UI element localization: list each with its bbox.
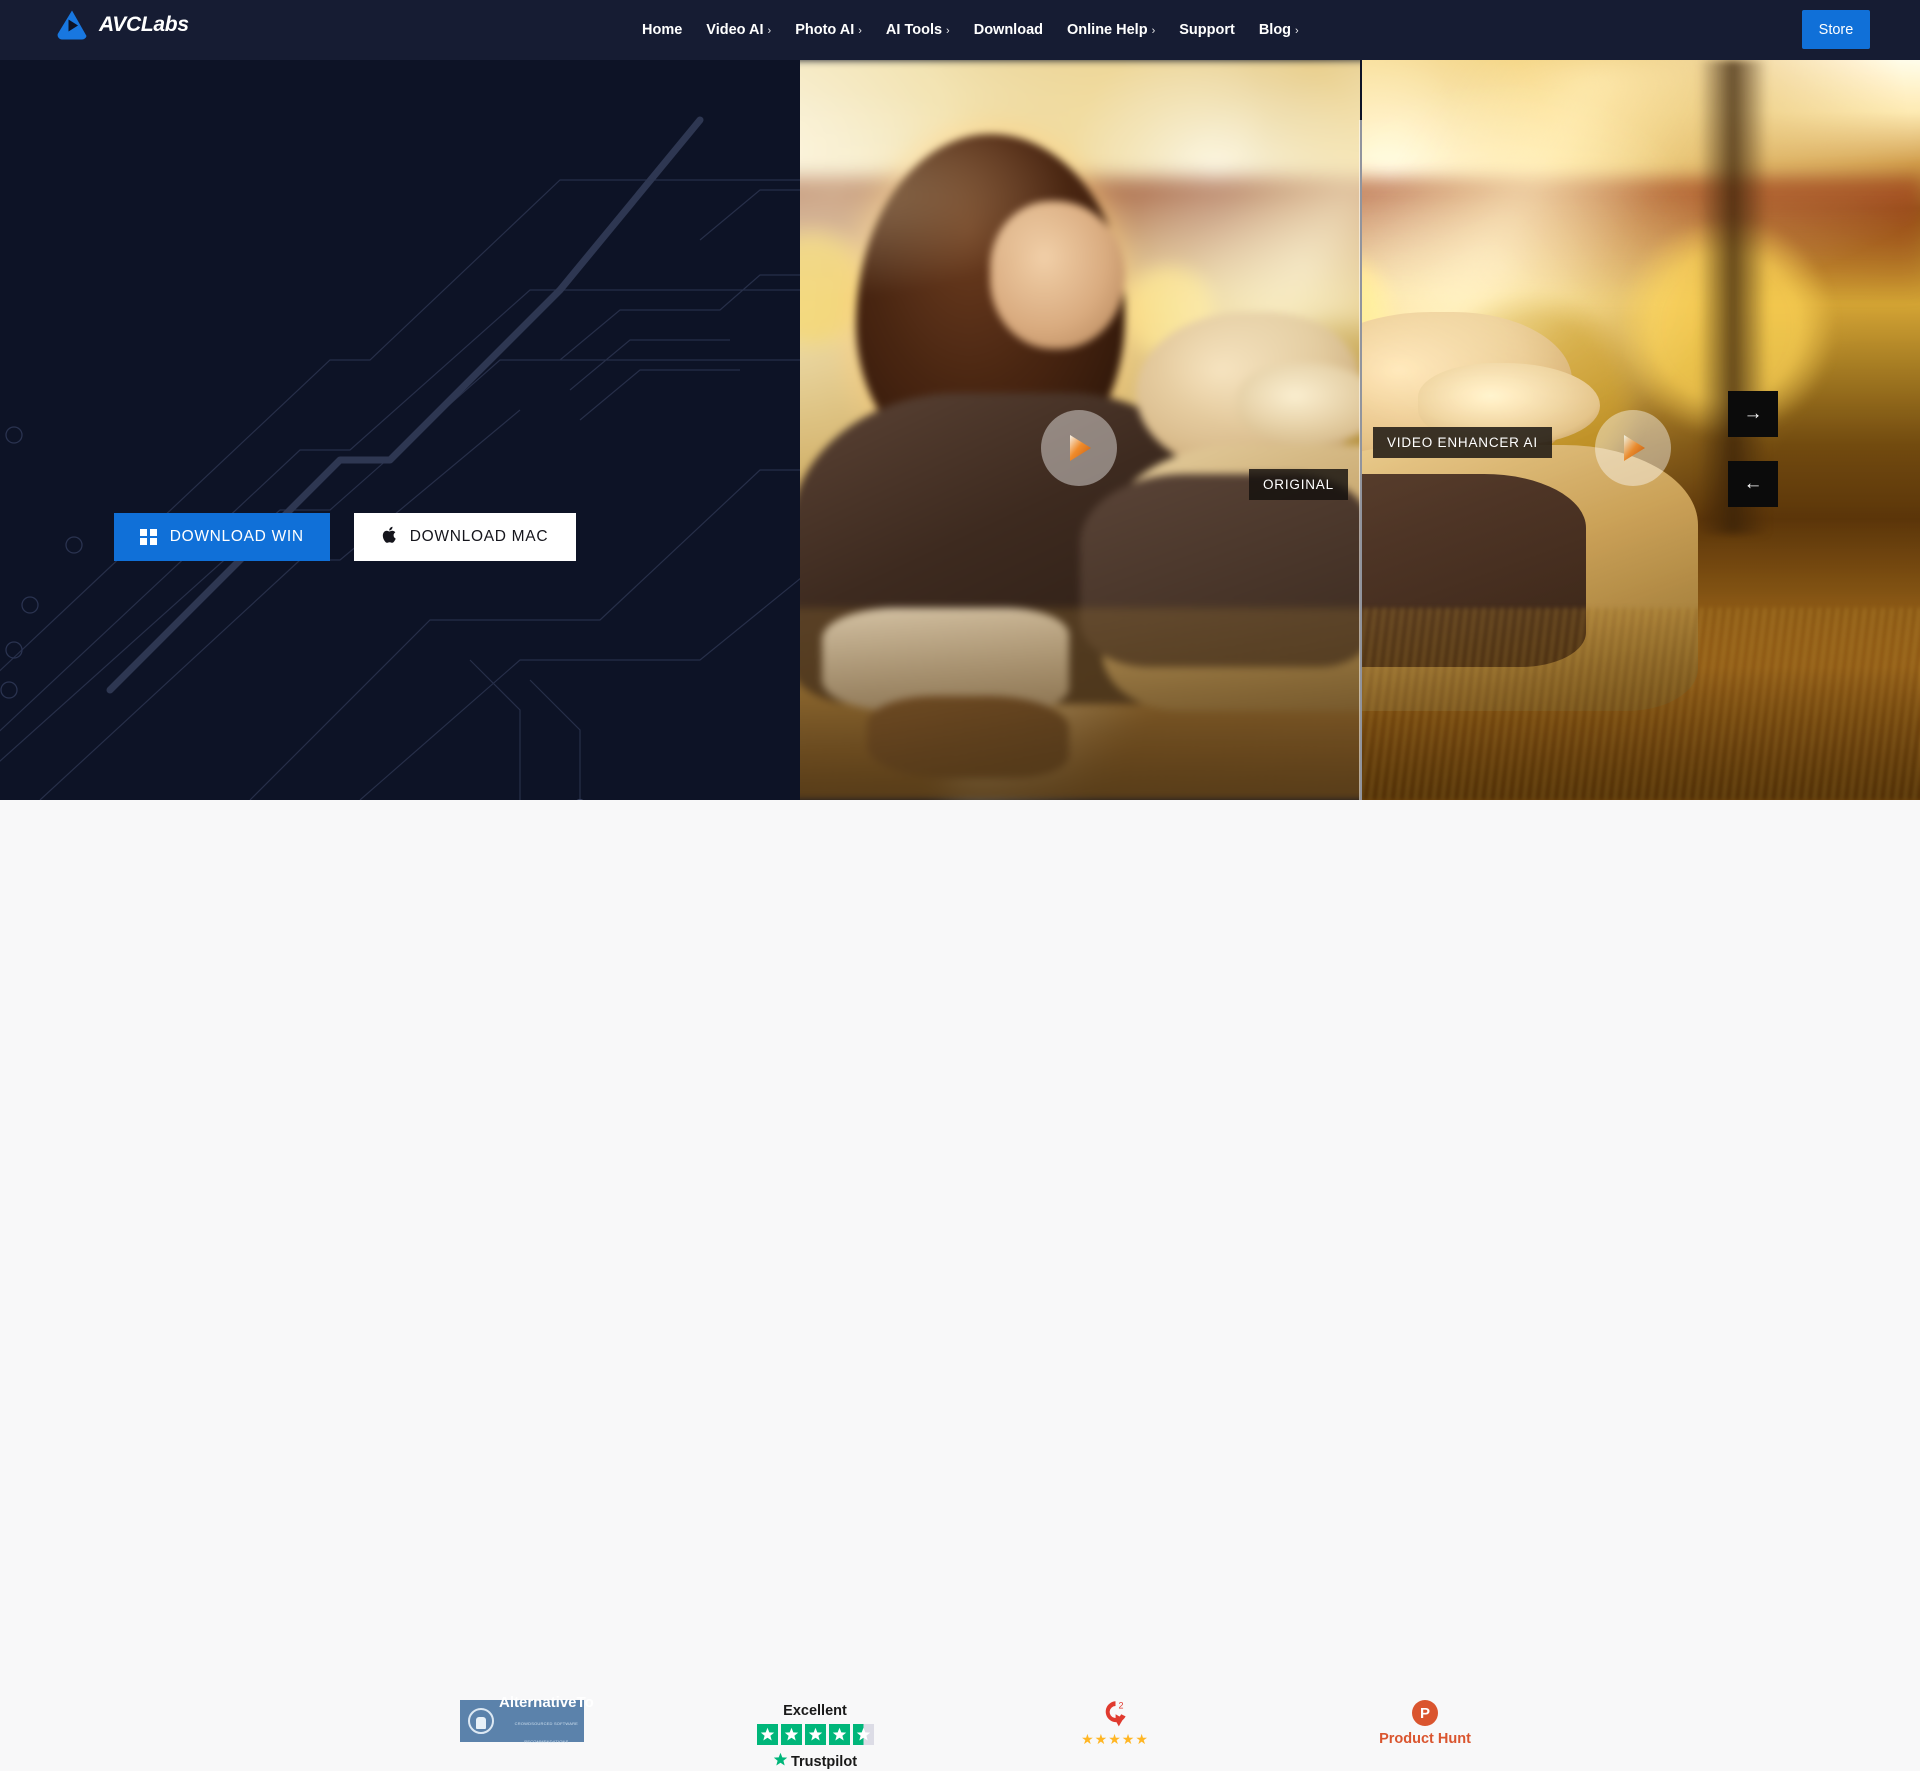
nav-item-ai-tools[interactable]: AI Tools ›	[874, 0, 962, 60]
download-mac-button[interactable]: DOWNLOAD MAC	[354, 513, 576, 561]
next-slide-button[interactable]: →	[1728, 391, 1778, 437]
g2-logo-icon: 2	[1065, 1698, 1165, 1728]
previous-slide-button[interactable]: ←	[1728, 461, 1778, 507]
chevron-right-icon: ›	[1295, 25, 1299, 37]
chevron-right-icon: ›	[946, 25, 950, 37]
trustpilot-brand: Trustpilot	[790, 1753, 858, 1770]
star-icon	[756, 1724, 778, 1745]
alternativeto-name: AlternativeTo	[499, 1694, 594, 1711]
star-icon	[828, 1724, 850, 1745]
download-win-label: DOWNLOAD WIN	[169, 528, 304, 545]
enhanced-label: VIDEO ENHANCER AI	[1373, 427, 1552, 458]
site-header: AVCLabs Home Video AI › Photo AI › AI To…	[0, 0, 1920, 60]
nav-label: Support	[1179, 22, 1235, 38]
arrow-left-icon: ←	[1743, 473, 1763, 494]
alternativeto-logo-icon	[468, 1708, 494, 1734]
nav-item-support[interactable]: Support	[1167, 0, 1247, 60]
star-icon	[780, 1724, 802, 1745]
nav-item-home[interactable]: Home	[630, 0, 694, 60]
nav-label: Download	[973, 22, 1043, 38]
nav-label: Online Help	[1067, 22, 1148, 38]
nav-item-video-ai[interactable]: Video AI ›	[694, 0, 783, 60]
nav-item-blog[interactable]: Blog ›	[1247, 0, 1311, 60]
comparison-slider-handle[interactable]	[1359, 120, 1362, 800]
g2-star-rating: ★★★★★	[1081, 1731, 1149, 1747]
alternativeto-badge[interactable]: AlternativeTo CROWDSOURCED SOFTWARE RECO…	[460, 1695, 594, 1744]
download-button-group: DOWNLOAD WIN DOWNLOAD MAC	[114, 513, 576, 561]
nav-item-photo-ai[interactable]: Photo AI ›	[783, 0, 874, 60]
play-triangle-icon	[1616, 431, 1650, 465]
nav-item-download[interactable]: Download	[962, 0, 1055, 60]
nav-label: Photo AI	[795, 22, 855, 38]
chevron-right-icon: ›	[858, 25, 862, 37]
alternativeto-tagline: CROWDSOURCED SOFTWARE RECOMMENDATIONS	[514, 1721, 579, 1744]
trustpilot-star-icon	[773, 1752, 788, 1771]
download-win-button[interactable]: DOWNLOAD WIN	[114, 513, 330, 561]
logo-wordmark: AVCLabs	[99, 13, 189, 36]
producthunt-badge[interactable]: P Product Hunt	[1360, 1700, 1490, 1747]
trustpilot-star-rating	[755, 1724, 875, 1745]
nav-label: Blog	[1258, 22, 1292, 38]
trustpilot-badge[interactable]: Excellent Trustpilot	[755, 1703, 875, 1771]
play-button-original[interactable]	[1041, 410, 1117, 486]
chevron-right-icon: ›	[1151, 25, 1156, 37]
arrow-right-icon: →	[1743, 403, 1763, 424]
trust-badges-section: AlternativeTo CROWDSOURCED SOFTWARE RECO…	[0, 800, 1920, 1770]
svg-text:2: 2	[1119, 1701, 1124, 1711]
nav-label: Home	[642, 22, 683, 38]
site-logo[interactable]: AVCLabs	[55, 8, 189, 42]
download-mac-label: DOWNLOAD MAC	[409, 528, 549, 545]
nav-label: AI Tools	[885, 22, 943, 38]
star-icon	[804, 1724, 826, 1745]
producthunt-brand: Product Hunt	[1379, 1731, 1471, 1747]
play-triangle-icon	[1062, 431, 1096, 465]
trustpilot-rating-word: Excellent	[783, 1703, 847, 1719]
original-label: ORIGINAL	[1249, 469, 1348, 500]
producthunt-logo-icon: P	[1412, 1700, 1438, 1726]
avclabs-play-triangle-logo-icon	[55, 8, 89, 42]
apple-icon	[382, 526, 397, 549]
half-star-icon	[852, 1724, 874, 1745]
nav-label: Video AI	[706, 22, 764, 38]
store-button[interactable]: Store	[1802, 10, 1870, 49]
windows-icon	[140, 528, 157, 546]
play-button-enhanced[interactable]	[1595, 410, 1671, 486]
chevron-right-icon: ›	[767, 25, 772, 37]
primary-navigation: Home Video AI › Photo AI › AI Tools › Do…	[630, 0, 1311, 60]
nav-item-online-help[interactable]: Online Help ›	[1055, 0, 1167, 60]
g2-badge[interactable]: 2 ★★★★★	[1065, 1698, 1165, 1748]
